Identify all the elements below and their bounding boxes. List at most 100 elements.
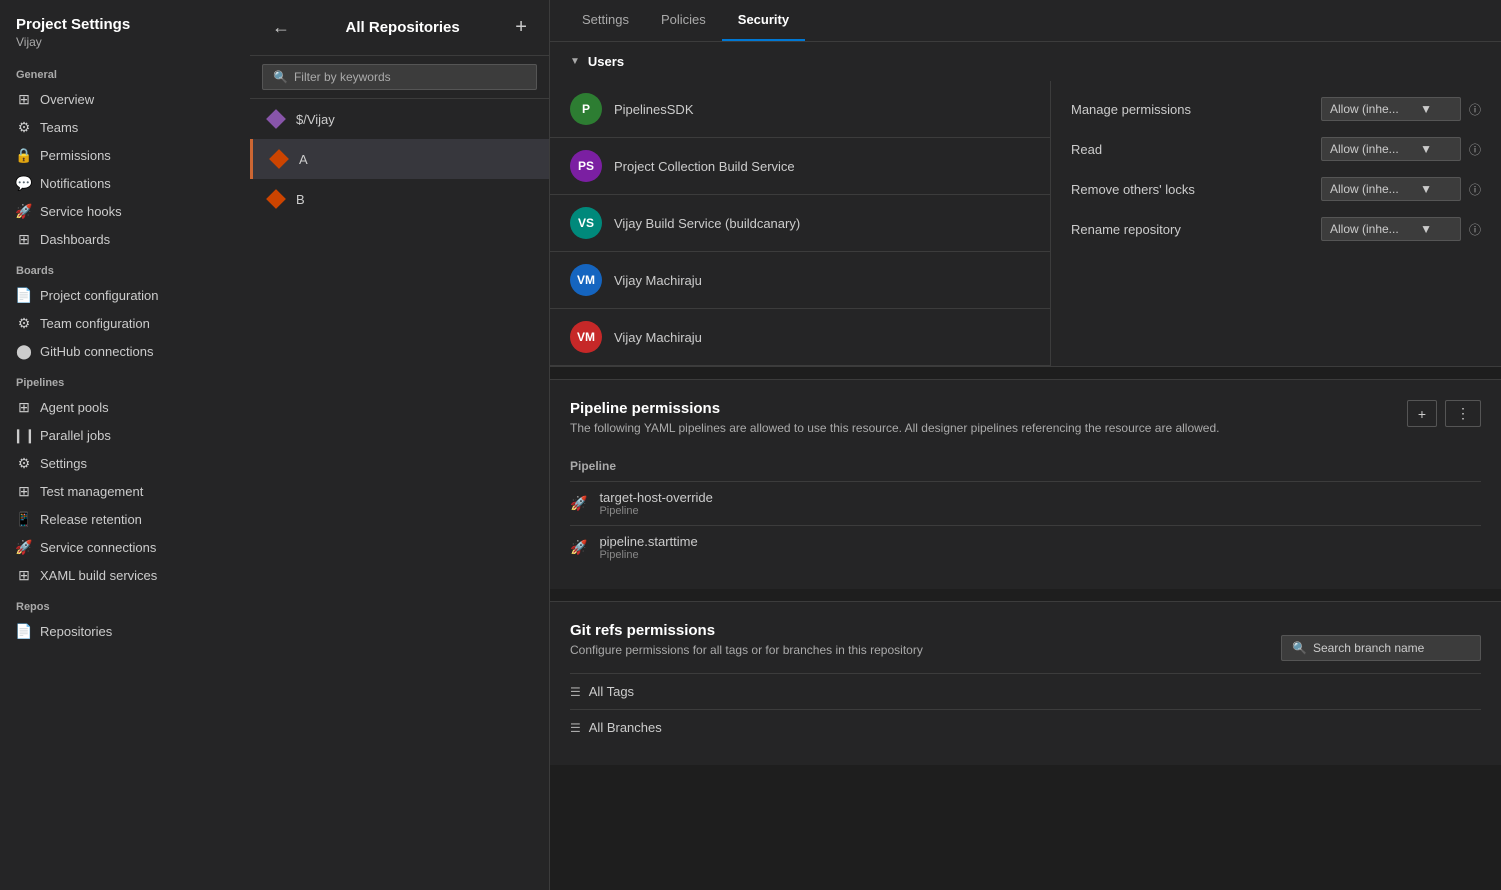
perm-select-read[interactable]: Allow (inhe... ▼ bbox=[1321, 137, 1461, 161]
sidebar-label-service-hooks: Service hooks bbox=[40, 204, 122, 219]
sidebar-item-teams[interactable]: ⚙ Teams bbox=[0, 113, 250, 141]
repo-item-vijay[interactable]: $/Vijay bbox=[250, 99, 549, 139]
sidebar-item-team-config[interactable]: ⚙ Team configuration bbox=[0, 309, 250, 337]
user-name-project-collection: Project Collection Build Service bbox=[614, 159, 795, 174]
chevron-select-rename-icon: ▼ bbox=[1420, 222, 1432, 236]
sidebar-item-notifications[interactable]: 💬 Notifications bbox=[0, 169, 250, 197]
sidebar-item-service-hooks[interactable]: 🚀 Service hooks bbox=[0, 197, 250, 225]
users-section: ▼ Users P PipelinesSDK PS Project Collec… bbox=[550, 42, 1501, 367]
repo-item-a[interactable]: A bbox=[250, 139, 549, 179]
filter-placeholder: Filter by keywords bbox=[294, 70, 391, 84]
search-icon: 🔍 bbox=[1292, 641, 1307, 655]
sidebar-item-project-config[interactable]: 📄 Project configuration bbox=[0, 281, 250, 309]
perm-value-remove-locks: Allow (inhe... bbox=[1330, 182, 1399, 196]
perm-select-rename[interactable]: Allow (inhe... ▼ bbox=[1321, 217, 1461, 241]
service-connections-icon: 🚀 bbox=[16, 539, 32, 555]
sidebar-label-xaml: XAML build services bbox=[40, 568, 157, 583]
user-row-vm1[interactable]: VM Vijay Machiraju bbox=[550, 252, 1050, 309]
sidebar-title: Project Settings bbox=[16, 16, 234, 33]
pipeline-info-2: pipeline.starttime Pipeline bbox=[599, 534, 697, 561]
sidebar-item-permissions[interactable]: 🔒 Permissions bbox=[0, 141, 250, 169]
sidebar-label-project-config: Project configuration bbox=[40, 288, 159, 303]
agent-pools-icon: ⊞ bbox=[16, 399, 32, 415]
github-icon: ⬤ bbox=[16, 343, 32, 359]
add-repo-button[interactable]: + bbox=[509, 14, 533, 41]
avatar-vm1: VM bbox=[570, 264, 602, 296]
branch-row-tags[interactable]: ☰ All Tags bbox=[570, 673, 1481, 709]
repo-name-a: A bbox=[299, 152, 308, 167]
users-header[interactable]: ▼ Users bbox=[550, 42, 1501, 81]
perm-label-rename: Rename repository bbox=[1071, 222, 1321, 237]
sidebar-item-release-retention[interactable]: 📱 Release retention bbox=[0, 505, 250, 533]
tab-bar: Settings Policies Security bbox=[550, 0, 1501, 42]
team-config-icon: ⚙ bbox=[16, 315, 32, 331]
chevron-select-read-icon: ▼ bbox=[1420, 142, 1432, 156]
sidebar-item-overview[interactable]: ⊞ Overview bbox=[0, 85, 250, 113]
repo-list: $/Vijay A B bbox=[250, 99, 549, 890]
info-icon-manage[interactable]: ⓘ bbox=[1469, 101, 1481, 118]
sidebar-item-agent-pools[interactable]: ⊞ Agent pools bbox=[0, 393, 250, 421]
repo-name-vijay: $/Vijay bbox=[296, 112, 335, 127]
chevron-select-locks-icon: ▼ bbox=[1420, 182, 1432, 196]
middle-header: ← All Repositories + bbox=[250, 0, 549, 56]
sidebar-item-settings[interactable]: ⚙ Settings bbox=[0, 449, 250, 477]
users-table: P PipelinesSDK PS Project Collection Bui… bbox=[550, 81, 1501, 366]
git-refs-title: Git refs permissions bbox=[570, 622, 923, 639]
a-repo-icon bbox=[269, 149, 289, 169]
overview-icon: ⊞ bbox=[16, 91, 32, 107]
pipeline-row-1[interactable]: 🚀 target-host-override Pipeline bbox=[570, 481, 1481, 525]
sidebar-item-repositories[interactable]: 📄 Repositories bbox=[0, 617, 250, 645]
back-button[interactable]: ← bbox=[266, 15, 296, 40]
user-row-project-collection[interactable]: PS Project Collection Build Service bbox=[550, 138, 1050, 195]
sidebar-item-test-management[interactable]: ⊞ Test management bbox=[0, 477, 250, 505]
sidebar-item-xaml[interactable]: ⊞ XAML build services bbox=[0, 561, 250, 589]
search-branch-input[interactable]: 🔍 Search branch name bbox=[1281, 635, 1481, 661]
sidebar-label-overview: Overview bbox=[40, 92, 94, 107]
pipeline-icon-1: 🚀 bbox=[570, 495, 587, 512]
user-row-vm2[interactable]: VM Vijay Machiraju bbox=[550, 309, 1050, 366]
repo-name-b: B bbox=[296, 192, 305, 207]
perm-label-remove-locks: Remove others' locks bbox=[1071, 182, 1321, 197]
pipeline-info-1: target-host-override Pipeline bbox=[599, 490, 712, 517]
sidebar-label-github: GitHub connections bbox=[40, 344, 153, 359]
users-list: P PipelinesSDK PS Project Collection Bui… bbox=[550, 81, 1051, 366]
user-row-vijay-build[interactable]: VS Vijay Build Service (buildcanary) bbox=[550, 195, 1050, 252]
filter-input[interactable]: 🔍 Filter by keywords bbox=[262, 64, 537, 90]
pipeline-section-title: Pipeline permissions bbox=[570, 400, 1219, 417]
pipeline-name-1: target-host-override bbox=[599, 490, 712, 505]
user-row-pipelines[interactable]: P PipelinesSDK bbox=[550, 81, 1050, 138]
sidebar-item-service-connections[interactable]: 🚀 Service connections bbox=[0, 533, 250, 561]
perm-row-read: Read Allow (inhe... ▼ ⓘ bbox=[1071, 137, 1481, 161]
dashboards-icon: ⊞ bbox=[16, 231, 32, 247]
perm-select-manage[interactable]: Allow (inhe... ▼ bbox=[1321, 97, 1461, 121]
avatar-project-collection: PS bbox=[570, 150, 602, 182]
sidebar-item-parallel-jobs[interactable]: ❙❙ Parallel jobs bbox=[0, 421, 250, 449]
perm-label-manage: Manage permissions bbox=[1071, 102, 1321, 117]
branch-row-branches[interactable]: ☰ All Branches bbox=[570, 709, 1481, 745]
tab-settings[interactable]: Settings bbox=[566, 0, 645, 41]
pipeline-add-button[interactable]: + bbox=[1407, 400, 1437, 427]
sidebar-label-dashboards: Dashboards bbox=[40, 232, 110, 247]
teams-icon: ⚙ bbox=[16, 119, 32, 135]
sidebar-section-boards: Boards bbox=[0, 253, 250, 281]
info-icon-rename[interactable]: ⓘ bbox=[1469, 221, 1481, 238]
perm-select-remove-locks[interactable]: Allow (inhe... ▼ bbox=[1321, 177, 1461, 201]
repo-item-b[interactable]: B bbox=[250, 179, 549, 219]
info-icon-read[interactable]: ⓘ bbox=[1469, 141, 1481, 158]
sidebar-label-team-config: Team configuration bbox=[40, 316, 150, 331]
sidebar-label-settings: Settings bbox=[40, 456, 87, 471]
main-content: Settings Policies Security ▼ Users P Pip… bbox=[550, 0, 1501, 890]
sidebar-section-repos: Repos bbox=[0, 589, 250, 617]
sidebar-item-github[interactable]: ⬤ GitHub connections bbox=[0, 337, 250, 365]
tab-policies[interactable]: Policies bbox=[645, 0, 722, 41]
perm-row-rename: Rename repository Allow (inhe... ▼ ⓘ bbox=[1071, 217, 1481, 241]
pipeline-more-button[interactable]: ⋮ bbox=[1445, 400, 1481, 427]
pipeline-section-desc: The following YAML pipelines are allowed… bbox=[570, 421, 1219, 435]
filter-box: 🔍 Filter by keywords bbox=[250, 56, 549, 99]
sidebar-item-dashboards[interactable]: ⊞ Dashboards bbox=[0, 225, 250, 253]
pipeline-row-2[interactable]: 🚀 pipeline.starttime Pipeline bbox=[570, 525, 1481, 569]
info-icon-remove-locks[interactable]: ⓘ bbox=[1469, 181, 1481, 198]
avatar-pipelines: P bbox=[570, 93, 602, 125]
tab-security[interactable]: Security bbox=[722, 0, 805, 41]
perm-value-read: Allow (inhe... bbox=[1330, 142, 1399, 156]
